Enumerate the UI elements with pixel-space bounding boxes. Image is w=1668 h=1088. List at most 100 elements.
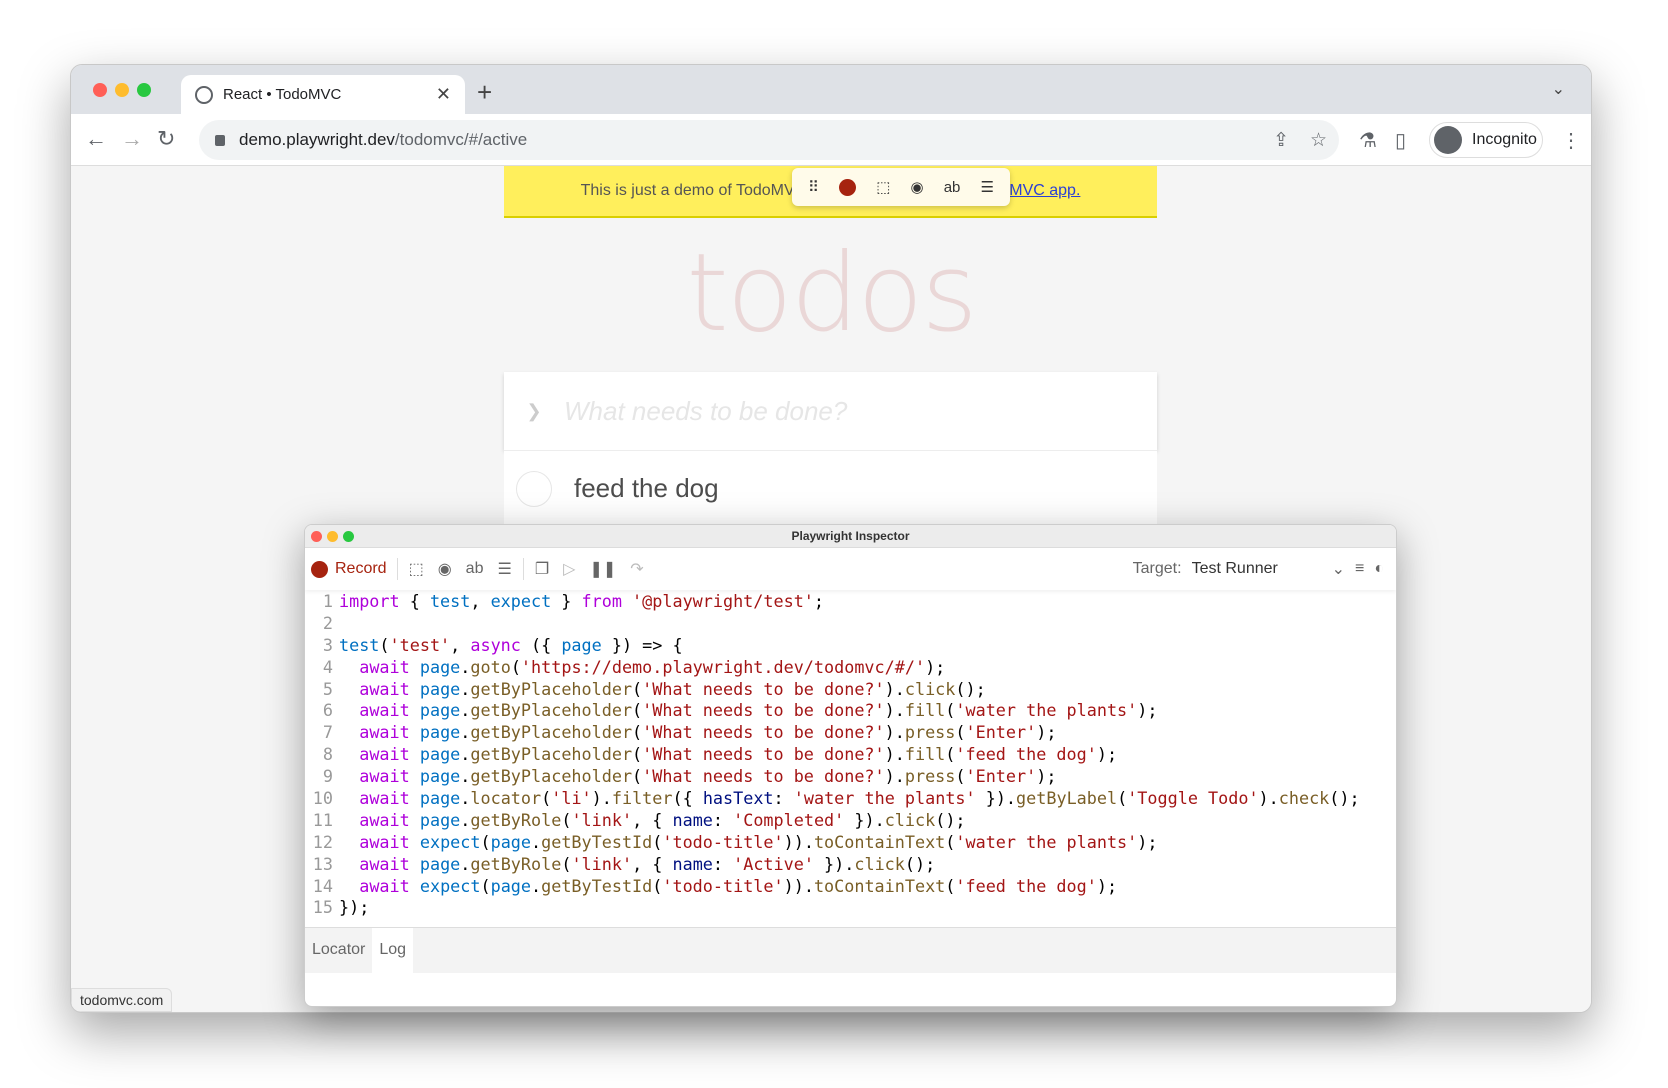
new-todo-placeholder: What needs to be done? — [564, 395, 848, 426]
globe-icon — [195, 85, 213, 104]
code-token: : — [712, 809, 734, 830]
step-over-icon[interactable]: ↷ — [630, 559, 643, 579]
code-token: 'https://demo.playwright.dev/todomvc/#/' — [520, 656, 926, 677]
resume-icon[interactable]: ▷ — [563, 559, 575, 579]
line-number: 13 — [312, 853, 333, 874]
code-token: page — [419, 853, 461, 874]
code-token: 'What needs to be done?' — [642, 678, 885, 699]
close-window-button[interactable] — [93, 83, 107, 97]
new-todo-input[interactable]: ❯ What needs to be done? — [504, 372, 1157, 450]
code-token: . — [460, 809, 471, 830]
code-token: 'feed the dog' — [955, 744, 1097, 765]
clear-icon[interactable]: ≡ — [1355, 560, 1364, 578]
pause-icon[interactable]: ❚❚ — [589, 559, 616, 579]
code-token: press — [904, 722, 956, 743]
line-number: 14 — [312, 875, 333, 896]
code-token: , — [470, 591, 491, 611]
share-icon[interactable]: ⇪ — [1273, 129, 1289, 152]
code-token: ). — [884, 678, 905, 699]
code-token: await — [359, 656, 410, 677]
assert-value-icon[interactable]: ☰ — [980, 178, 993, 196]
code-token: . — [460, 744, 471, 765]
code-token: getByPlaceholder — [470, 678, 633, 699]
new-tab-button[interactable]: + — [477, 77, 492, 108]
code-token: page — [419, 722, 461, 743]
code-token: . — [460, 766, 471, 787]
todos-heading: todos — [686, 231, 977, 356]
forward-arrow-icon[interactable]: → — [121, 126, 143, 152]
code-token: ( — [652, 831, 663, 852]
copy-icon[interactable]: ❐ — [535, 559, 549, 579]
theme-toggle-icon[interactable]: ◐ — [1374, 560, 1384, 578]
pick-locator-icon[interactable]: ⬚ — [876, 178, 890, 196]
profile-label: Incognito — [1472, 131, 1537, 148]
inspector-maximize-button[interactable] — [343, 531, 354, 542]
code-token: : — [773, 788, 794, 809]
code-token: click — [854, 853, 905, 874]
side-panel-icon[interactable]: ▯ — [1395, 128, 1406, 153]
code-line: 9 await page.getByPlaceholder('What need… — [305, 766, 1396, 788]
code-token: click — [904, 678, 956, 699]
line-number: 10 — [312, 788, 333, 809]
drag-handle-icon[interactable]: ⠿ — [808, 178, 819, 196]
code-token: 'water the plants' — [955, 700, 1138, 721]
target-select[interactable]: Test Runner — [1192, 560, 1322, 578]
assert-text-icon[interactable]: ab — [466, 560, 484, 578]
labs-flask-icon[interactable]: ⚗ — [1359, 128, 1377, 153]
browser-tab[interactable]: React • TodoMVC ✕ — [181, 75, 465, 114]
minimize-window-button[interactable] — [115, 83, 129, 97]
code-token: test — [429, 591, 471, 611]
assert-visibility-icon[interactable]: ◉ — [911, 178, 924, 196]
line-number: 7 — [322, 722, 333, 743]
line-number: 4 — [322, 656, 333, 677]
tab-locator[interactable]: Locator — [305, 928, 372, 973]
code-editor[interactable]: 1 import { test, expect } from '@playwrig… — [305, 591, 1396, 919]
code-line: 13 await page.getByRole('link', { name: … — [305, 854, 1396, 876]
code-token: page — [419, 700, 461, 721]
code-token: ( — [632, 722, 643, 743]
menu-kebab-icon[interactable]: ⋮ — [1561, 128, 1581, 153]
code-text: await expect(page.getByTestId('todo-titl… — [339, 832, 1157, 854]
tab-log[interactable]: Log — [372, 928, 414, 973]
status-bubble: todomvc.com — [71, 988, 173, 1012]
code-token: }); — [339, 897, 370, 918]
assert-text-icon[interactable]: ab — [944, 179, 961, 196]
line-number: 11 — [312, 809, 333, 830]
divider — [396, 558, 398, 580]
code-token: ); — [1036, 766, 1057, 787]
code-text: await page.locator('li').filter({ hasTex… — [339, 788, 1359, 810]
close-tab-icon[interactable]: ✕ — [436, 84, 451, 105]
maximize-window-button[interactable] — [137, 83, 151, 97]
code-line: 3 test('test', async ({ page }) => { — [305, 635, 1396, 657]
code-line: 1 import { test, expect } from '@playwrig… — [305, 591, 1396, 613]
code-token: await — [359, 678, 410, 699]
toggle-todo-checkbox[interactable] — [516, 470, 552, 507]
code-token: page — [419, 809, 461, 830]
code-token: { — [399, 591, 430, 611]
chevron-down-icon[interactable]: ⌄ — [1332, 559, 1345, 579]
inspector-minimize-button[interactable] — [327, 531, 338, 542]
address-bar[interactable]: demo.playwright.dev/todomvc/#/active ⇪ ☆ — [199, 120, 1339, 160]
assert-visibility-icon[interactable]: ◉ — [438, 559, 452, 579]
code-token: (); — [904, 853, 936, 874]
star-icon[interactable]: ☆ — [1310, 129, 1327, 152]
incognito-profile-button[interactable]: Incognito — [1429, 122, 1543, 158]
toggle-all-chevron-icon[interactable]: ❯ — [504, 401, 564, 422]
record-icon[interactable] — [839, 178, 857, 196]
back-arrow-icon[interactable]: ← — [85, 126, 107, 152]
divider — [522, 558, 524, 580]
pick-locator-icon[interactable]: ⬚ — [409, 559, 424, 579]
tab-search-chevron-icon[interactable]: ⌄ — [1552, 79, 1565, 99]
code-token: page — [419, 766, 461, 787]
reload-icon[interactable]: ↻ — [157, 126, 175, 152]
record-button[interactable]: Record — [311, 560, 387, 578]
inspector-close-button[interactable] — [311, 531, 322, 542]
assert-value-icon[interactable]: ☰ — [497, 559, 511, 579]
todo-title: feed the dog — [574, 473, 719, 503]
